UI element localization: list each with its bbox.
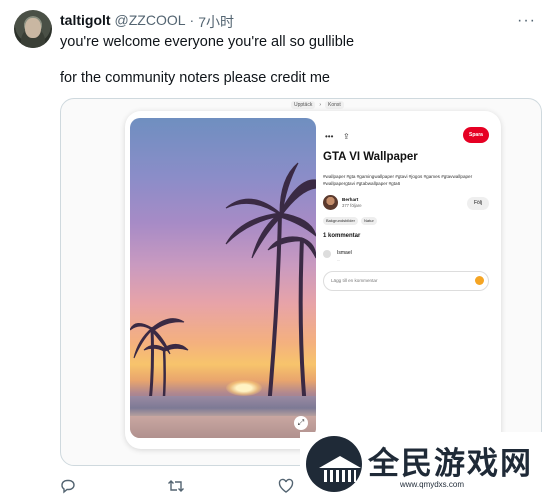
comment-input[interactable]: Lägg till en kommentar xyxy=(323,271,489,291)
pin-tags[interactable]: #wallpaper #gta #gamingwallpaper #gtavi … xyxy=(323,173,493,187)
wallpaper-image[interactable]: ⤢ xyxy=(130,118,316,438)
author-avatar[interactable] xyxy=(323,195,338,210)
tag-chip[interactable]: Natur xyxy=(361,217,377,225)
watermark: 全民游戏网 www.qmydxs.com xyxy=(300,432,550,497)
tweet-text-line-1: you're welcome everyone you're all so gu… xyxy=(60,34,355,50)
pin-details: ••• ⇪ Spara GTA VI Wallpaper #wallpaper … xyxy=(323,111,499,449)
palm-trees-illustration xyxy=(130,162,316,419)
more-horizontal-icon[interactable]: ··· xyxy=(517,12,536,30)
user-handle[interactable]: @ZZCOOL xyxy=(115,12,186,32)
comment-text: ... xyxy=(337,257,341,262)
breadcrumb-item: Upptäck xyxy=(291,101,316,109)
more-options-button[interactable]: ••• xyxy=(325,132,333,141)
tag-chip[interactable]: Bakgrundsbilder xyxy=(323,217,358,225)
watermark-title: 全民游戏网 xyxy=(368,446,533,482)
sun xyxy=(226,380,262,396)
watermark-logo-icon xyxy=(306,436,362,492)
reply-icon[interactable] xyxy=(60,478,76,497)
expand-icon[interactable]: ⤢ xyxy=(294,416,308,430)
author-followers: 377 följare xyxy=(342,203,362,208)
commenter-avatar[interactable] xyxy=(323,250,331,258)
attached-screenshot[interactable]: Upptäck › Konst ⤢ ••• ⇪ Spara GTA VI Wal… xyxy=(60,98,542,466)
emoji-icon[interactable] xyxy=(475,276,484,285)
pin-card: ⤢ ••• ⇪ Spara GTA VI Wallpaper #wallpape… xyxy=(125,111,501,449)
comment-placeholder: Lägg till en kommentar xyxy=(331,278,378,283)
display-name[interactable]: taltigolt xyxy=(60,12,111,32)
profile-avatar[interactable] xyxy=(14,10,52,48)
timestamp[interactable]: 7小时 xyxy=(198,12,234,32)
retweet-icon[interactable] xyxy=(167,478,185,497)
tweet-text-line-2: for the community noters please credit m… xyxy=(60,70,330,86)
separator: · xyxy=(189,12,195,28)
heart-icon[interactable] xyxy=(278,478,294,497)
follow-button[interactable]: Följ xyxy=(467,197,489,210)
comments-title[interactable]: 1 kommentar xyxy=(323,233,360,239)
save-button[interactable]: Spara xyxy=(463,127,489,143)
commenter-name[interactable]: Ismael xyxy=(337,250,352,256)
sea xyxy=(130,396,316,416)
chevron-right-icon: › xyxy=(319,102,322,108)
author-name[interactable]: Berhart xyxy=(342,197,358,202)
breadcrumb-item: Konst xyxy=(325,101,344,109)
breadcrumb: Upptäck › Konst xyxy=(291,101,344,109)
pin-title: GTA VI Wallpaper xyxy=(323,151,418,163)
upload-icon[interactable]: ⇪ xyxy=(343,132,350,141)
watermark-url: www.qmydxs.com xyxy=(400,480,465,489)
beach xyxy=(130,416,316,438)
tweet-header: taltigolt @ZZCOOL · 7小时 xyxy=(60,12,234,32)
